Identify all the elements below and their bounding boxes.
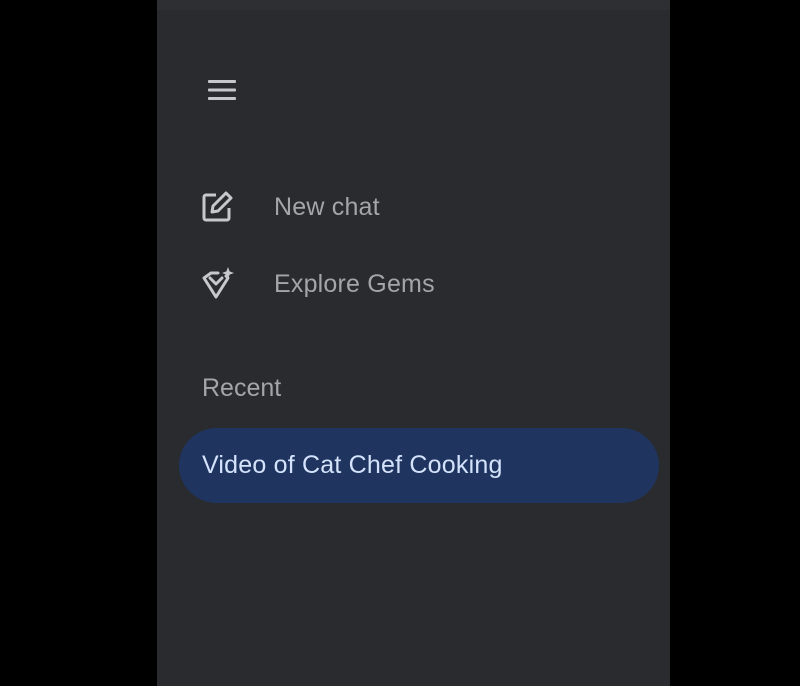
- hamburger-menu-icon: [208, 80, 236, 100]
- recent-heading: Recent: [202, 374, 282, 402]
- recent-chat-label: Video of Cat Chef Cooking: [202, 451, 503, 479]
- recent-chat-item[interactable]: Video of Cat Chef Cooking: [179, 428, 659, 503]
- edit-pencil-icon: [197, 187, 237, 227]
- gem-sparkle-icon: [197, 264, 237, 304]
- explore-gems-button[interactable]: Explore Gems: [197, 259, 637, 309]
- explore-gems-label: Explore Gems: [274, 269, 435, 298]
- new-chat-button[interactable]: New chat: [197, 182, 637, 232]
- sidebar: New chat Explore Gems Recent Video of Ca…: [157, 0, 670, 686]
- new-chat-label: New chat: [274, 192, 380, 221]
- main-menu-button[interactable]: [200, 68, 244, 112]
- sidebar-top-edge: [157, 0, 670, 10]
- app-frame: New chat Explore Gems Recent Video of Ca…: [0, 0, 800, 686]
